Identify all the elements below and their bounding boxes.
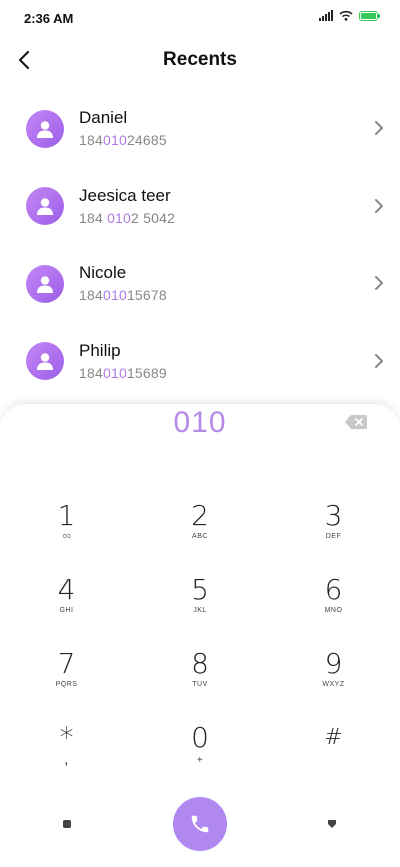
contact-row[interactable]: Daniel 18401024685: [0, 90, 400, 168]
hide-keypad-icon[interactable]: [328, 820, 336, 828]
keypad: 1 ഠാ 2 ABC 3 DEF 4 GHI 5 JKL 6 MNO 7 PQRS 8 TUV …: [0, 500, 400, 796]
call-button[interactable]: [173, 797, 227, 851]
contact-number: 18401015689: [79, 364, 167, 381]
key-8[interactable]: 8 TUV: [134, 648, 267, 722]
avatar: [26, 264, 64, 303]
call-row: [0, 797, 400, 851]
avatar: [26, 109, 64, 148]
avatar: [26, 342, 64, 381]
contact-row[interactable]: Nicole 18401015678: [0, 245, 400, 323]
status-icons: [319, 10, 380, 21]
contact-name: Philip: [79, 340, 121, 360]
backspace-icon: [345, 415, 367, 429]
chevron-right-icon: [375, 198, 383, 213]
menu-button[interactable]: [63, 820, 71, 828]
key-hash[interactable]: #: [267, 722, 400, 796]
key-1[interactable]: 1 ഠാ: [0, 500, 133, 574]
key-star[interactable]: *,: [0, 722, 133, 796]
key-2[interactable]: 2 ABC: [134, 500, 267, 574]
contact-number: 18401015678: [79, 287, 167, 303]
backspace-button[interactable]: [344, 414, 368, 430]
phone-icon: [191, 815, 209, 833]
contact-name: Daniel: [79, 108, 128, 127]
contact-number: 184 0102 5042: [79, 209, 176, 226]
key-6[interactable]: 6 MNO: [267, 574, 400, 648]
contact-name: Nicole: [79, 263, 127, 282]
key-5[interactable]: 5 JKL: [134, 574, 267, 648]
key-9[interactable]: 9 WXYZ: [267, 648, 400, 722]
voicemail-icon: ഠാ: [62, 533, 71, 540]
wifi-icon: [339, 10, 353, 21]
person-icon: [37, 353, 53, 371]
contact-row[interactable]: Jeesica teer 184 0102 5042: [0, 168, 400, 246]
key-4[interactable]: 4 GHI: [0, 574, 133, 648]
person-icon: [37, 198, 53, 216]
contact-number: 18401024685: [79, 132, 167, 148]
dial-input-display[interactable]: 010: [0, 406, 400, 440]
chevron-right-icon: [375, 353, 383, 368]
signal-icon: [319, 10, 333, 21]
person-icon: [37, 276, 53, 293]
key-0[interactable]: 0 +: [134, 722, 267, 796]
contact-name: Jeesica teer: [79, 185, 171, 205]
header: Recents: [0, 36, 400, 84]
person-icon: [37, 121, 53, 138]
avatar: [26, 187, 64, 226]
key-7[interactable]: 7 PQRS: [0, 648, 133, 722]
contact-row[interactable]: Philip 18401015689: [0, 323, 400, 401]
chevron-right-icon: [375, 121, 383, 135]
battery-icon: [359, 10, 380, 21]
status-bar: 2:36 AM: [0, 0, 400, 36]
recents-list: Daniel 18401024685 Jeesica teer 184 0102…: [0, 90, 400, 400]
chevron-right-icon: [375, 276, 383, 290]
key-3[interactable]: 3 DEF: [267, 500, 400, 574]
dial-pad: 010 1 ഠാ 2 ABC 3 DEF 4 GHI 5 JKL 6 MNO 7 PQRS 8…: [0, 403, 400, 867]
status-time: 2:36 AM: [24, 11, 74, 26]
page-title: Recents: [163, 49, 237, 70]
